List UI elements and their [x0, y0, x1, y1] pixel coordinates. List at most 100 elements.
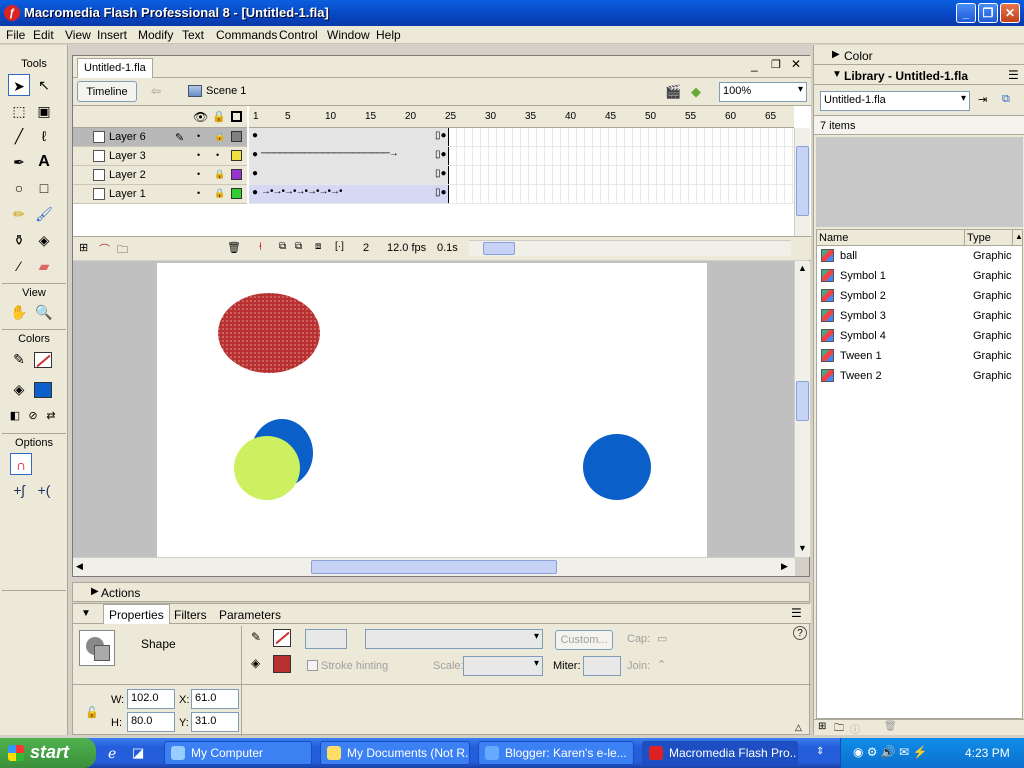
new-library-icon[interactable]: ⧉ — [1002, 93, 1010, 106]
add-guide-icon[interactable]: ⌒ — [99, 241, 110, 257]
visibility-dot[interactable]: • — [197, 188, 200, 198]
miter-input[interactable] — [583, 656, 621, 676]
width-input[interactable]: 102.0 — [127, 689, 175, 709]
fill-color-picker[interactable] — [273, 655, 291, 673]
stroke-color-swatch[interactable] — [34, 352, 52, 368]
visibility-dot[interactable]: • — [197, 150, 200, 160]
layer-color-box[interactable] — [231, 188, 242, 199]
ie-icon[interactable]: ℯ — [108, 745, 116, 762]
oval-icon[interactable]: ○ — [8, 177, 30, 199]
eye-icon[interactable]: 👁 — [193, 110, 208, 124]
actions-panel[interactable]: ▶ Actions — [72, 582, 810, 602]
scroll-right-icon[interactable]: ▶ — [781, 561, 788, 572]
cap-icon[interactable]: ▭ — [657, 632, 667, 645]
timeline-vscroll[interactable] — [794, 128, 810, 236]
timeline-hscroll-thumb[interactable] — [483, 242, 515, 255]
scroll-up-icon[interactable]: ▲ — [798, 263, 807, 273]
straighten-icon[interactable]: +( — [33, 479, 55, 501]
stage-hscroll[interactable]: ◀ ▶ — [73, 557, 795, 576]
snap-magnet-icon[interactable]: ∩ — [10, 453, 32, 475]
fill-color-swatch[interactable] — [34, 382, 52, 398]
tab-filters[interactable]: Filters — [174, 608, 207, 622]
frame-span[interactable]: ● ▯● — [249, 128, 449, 146]
edit-scene-icon[interactable]: 🎬 — [665, 84, 681, 100]
list-item[interactable]: Symbol 4 Graphic — [817, 326, 1022, 346]
menu-modify[interactable]: Modify — [138, 28, 173, 42]
doc-minimize-icon[interactable]: _ — [751, 58, 758, 72]
stage-vscroll[interactable]: ▲ ▼ — [794, 261, 810, 557]
lasso-icon[interactable]: ℓ — [33, 125, 55, 147]
custom-button[interactable]: Custom... — [555, 630, 613, 650]
brush-icon[interactable]: 🖌 — [33, 203, 55, 225]
menu-help[interactable]: Help — [376, 28, 401, 42]
list-item[interactable]: Tween 2 Graphic — [817, 366, 1022, 386]
col-type[interactable]: Type — [965, 230, 1013, 246]
pencil-icon[interactable]: ✏ — [8, 203, 30, 225]
outline-icon[interactable] — [231, 111, 242, 122]
lock-icon[interactable]: 🔒 — [214, 131, 225, 142]
constrain-lock-icon[interactable]: 🔓 — [85, 706, 99, 719]
hand-icon[interactable]: ✋ — [8, 301, 30, 323]
zoom-icon[interactable]: 🔍 — [33, 301, 55, 323]
insert-folder-icon[interactable]: 🗀 — [117, 241, 128, 260]
center-frame-icon[interactable]: ⍿ — [259, 241, 262, 254]
minimize-button[interactable]: _ — [956, 3, 976, 23]
stage-shapes[interactable] — [157, 263, 707, 557]
collapse-icon[interactable]: ▼ — [832, 69, 842, 80]
lock-dot[interactable]: • — [216, 150, 219, 160]
back-arrow-icon[interactable]: ⇦ — [151, 84, 161, 98]
frame-row[interactable]: ● ▯● — [249, 128, 794, 147]
list-item[interactable]: Symbol 3 Graphic — [817, 306, 1022, 326]
gradient-transform-icon[interactable]: ▣ — [33, 100, 55, 122]
x-input[interactable]: 61.0 — [191, 689, 239, 709]
frame-span[interactable]: ● ▯● — [249, 166, 449, 184]
visibility-dot[interactable]: • — [197, 131, 200, 141]
scale-select[interactable] — [463, 656, 543, 676]
smooth-icon[interactable]: +ʃ — [8, 479, 30, 501]
frame-row[interactable]: ● ▯● — [249, 166, 794, 185]
task-blogger[interactable]: Blogger: Karen's e-le... — [478, 741, 634, 765]
zoom-select[interactable]: 100% — [719, 82, 807, 102]
delete-icon[interactable]: 🗑 — [884, 721, 897, 732]
task-my-documents[interactable]: My Documents (Not R... — [320, 741, 470, 765]
edit-symbols-icon[interactable]: ◆ — [691, 84, 701, 100]
y-input[interactable]: 31.0 — [191, 712, 239, 732]
visibility-dot[interactable]: • — [197, 169, 200, 179]
close-button[interactable]: ✕ — [1000, 3, 1020, 23]
panel-options-icon[interactable]: ☰ — [791, 606, 802, 620]
layer-color-box[interactable] — [231, 131, 242, 142]
restore-button[interactable]: ❐ — [978, 3, 998, 23]
new-folder-icon[interactable]: 🗀 — [834, 721, 844, 738]
pin-library-icon[interactable]: ⇥ — [978, 93, 987, 106]
frame-span[interactable]: ● ─────────────────────→ ▯● — [249, 147, 449, 165]
list-item[interactable]: Symbol 2 Graphic — [817, 286, 1022, 306]
menu-text[interactable]: Text — [182, 28, 204, 42]
doc-close-icon[interactable]: ✕ — [791, 57, 801, 71]
layer-row[interactable]: Layer 1 • 🔒 — [73, 185, 247, 204]
frame-span[interactable]: ● →•→•→•→•→•→•→• ▯● — [249, 185, 449, 203]
taskbar-arrow-icon[interactable]: ⇕ — [816, 746, 824, 757]
timeline-vscroll-thumb[interactable] — [796, 146, 809, 216]
layer-row[interactable]: Layer 3 • • — [73, 147, 247, 166]
col-name[interactable]: Name — [817, 230, 965, 246]
line-icon[interactable]: ╱ — [8, 125, 30, 147]
eyedropper-icon[interactable]: ⁄ — [8, 255, 30, 277]
stage-area[interactable] — [73, 261, 795, 557]
green-oval[interactable] — [234, 436, 300, 500]
tray-icons[interactable]: ◉ ⚙ 🔊 ✉ ⚡ — [853, 745, 928, 759]
layer-color-box[interactable] — [231, 169, 242, 180]
help-icon[interactable]: ? — [793, 626, 807, 640]
rectangle-icon[interactable]: □ — [33, 177, 55, 199]
library-options-icon[interactable]: ☰ — [1008, 68, 1019, 82]
scroll-left-icon[interactable]: ◀ — [76, 561, 83, 572]
onion-markers-icon[interactable]: [·] — [335, 241, 344, 252]
list-item[interactable]: Tween 1 Graphic — [817, 346, 1022, 366]
expand-icon[interactable]: ▶ — [832, 49, 840, 60]
stage[interactable] — [157, 263, 707, 557]
onion-outline-icon[interactable]: ⧉ — [295, 241, 302, 252]
menu-insert[interactable]: Insert — [97, 28, 127, 42]
height-input[interactable]: 80.0 — [127, 712, 175, 732]
menu-file[interactable]: File — [6, 28, 25, 42]
library-panel-header[interactable]: ▼ Library - Untitled-1.fla ☰ — [814, 65, 1024, 85]
frames-area[interactable]: 1 5 10 15 20 25 30 35 40 45 50 55 60 65 ● ▯● ● ─────────… — [249, 106, 794, 236]
